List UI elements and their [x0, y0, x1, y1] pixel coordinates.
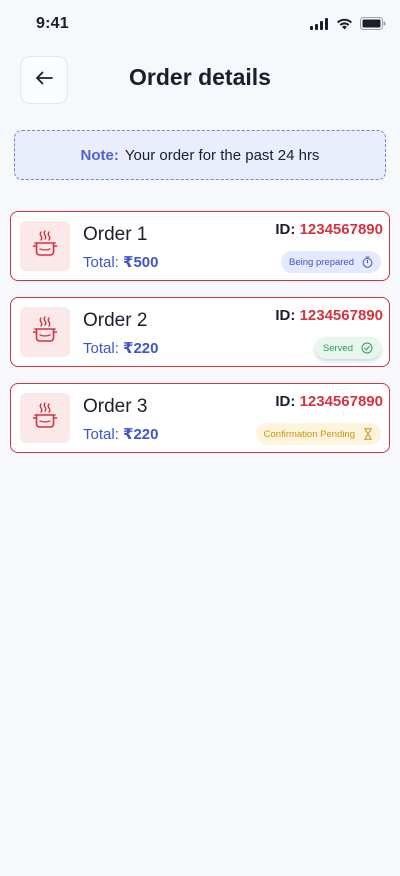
- status-text: Being prepared: [289, 256, 354, 268]
- page-title: Order details: [129, 64, 271, 90]
- status-time: 9:41: [36, 15, 69, 32]
- order-total-label: Total:: [83, 254, 119, 271]
- order-total-value: ₹500: [123, 254, 159, 271]
- cooking-pot-icon: [32, 315, 58, 349]
- check-circle-icon: [361, 342, 373, 354]
- order-card[interactable]: Order 1 Total: ₹500 ID: 1234567890 Being…: [10, 211, 390, 281]
- order-id: ID: 1234567890: [275, 393, 383, 410]
- cellular-signal-icon: [310, 17, 329, 30]
- order-id-value: 1234567890: [299, 393, 383, 410]
- order-id: ID: 1234567890: [275, 307, 383, 324]
- order-card[interactable]: Order 2 Total: ₹220 ID: 1234567890 Serve…: [10, 297, 390, 367]
- status-badge: Served: [314, 337, 381, 359]
- order-id-label: ID:: [275, 307, 296, 324]
- order-total-label: Total:: [83, 340, 119, 357]
- order-title: Order 1: [83, 224, 148, 245]
- order-total-label: Total:: [83, 426, 119, 443]
- order-id: ID: 1234567890: [275, 221, 383, 238]
- order-title: Order 2: [83, 310, 148, 331]
- wifi-icon: [336, 18, 353, 30]
- status-text: Confirmation Pending: [263, 428, 355, 440]
- order-total: Total: ₹500: [83, 253, 159, 271]
- note-text: Your order for the past 24 hrs: [124, 146, 320, 164]
- cooking-pot-icon: [32, 401, 58, 435]
- battery-icon: [360, 17, 386, 30]
- order-id-label: ID:: [275, 221, 296, 238]
- order-title: Order 3: [83, 396, 148, 417]
- status-badge: Confirmation Pending: [255, 423, 381, 445]
- order-total-value: ₹220: [123, 426, 159, 443]
- status-badge: Being prepared: [281, 251, 381, 273]
- order-total-value: ₹220: [123, 340, 159, 357]
- status-text: Served: [322, 342, 353, 354]
- timer-icon: [362, 256, 373, 268]
- order-total: Total: ₹220: [83, 339, 159, 357]
- order-icon-box: [20, 393, 70, 443]
- status-icons: [310, 17, 386, 30]
- note-banner: Note: Your order for the past 24 hrs: [14, 130, 386, 180]
- order-id-value: 1234567890: [299, 307, 383, 324]
- order-total: Total: ₹220: [83, 425, 159, 443]
- order-id-label: ID:: [275, 393, 296, 410]
- status-bar: 9:41: [0, 0, 400, 48]
- cooking-pot-icon: [32, 229, 58, 263]
- note-label: Note:: [80, 146, 119, 164]
- order-card[interactable]: Order 3 Total: ₹220 ID: 1234567890 Confi…: [10, 383, 390, 453]
- hourglass-icon: [363, 428, 373, 440]
- order-list: Order 1 Total: ₹500 ID: 1234567890 Being…: [10, 211, 390, 469]
- order-icon-box: [20, 307, 70, 357]
- order-id-value: 1234567890: [299, 221, 383, 238]
- order-icon-box: [20, 221, 70, 271]
